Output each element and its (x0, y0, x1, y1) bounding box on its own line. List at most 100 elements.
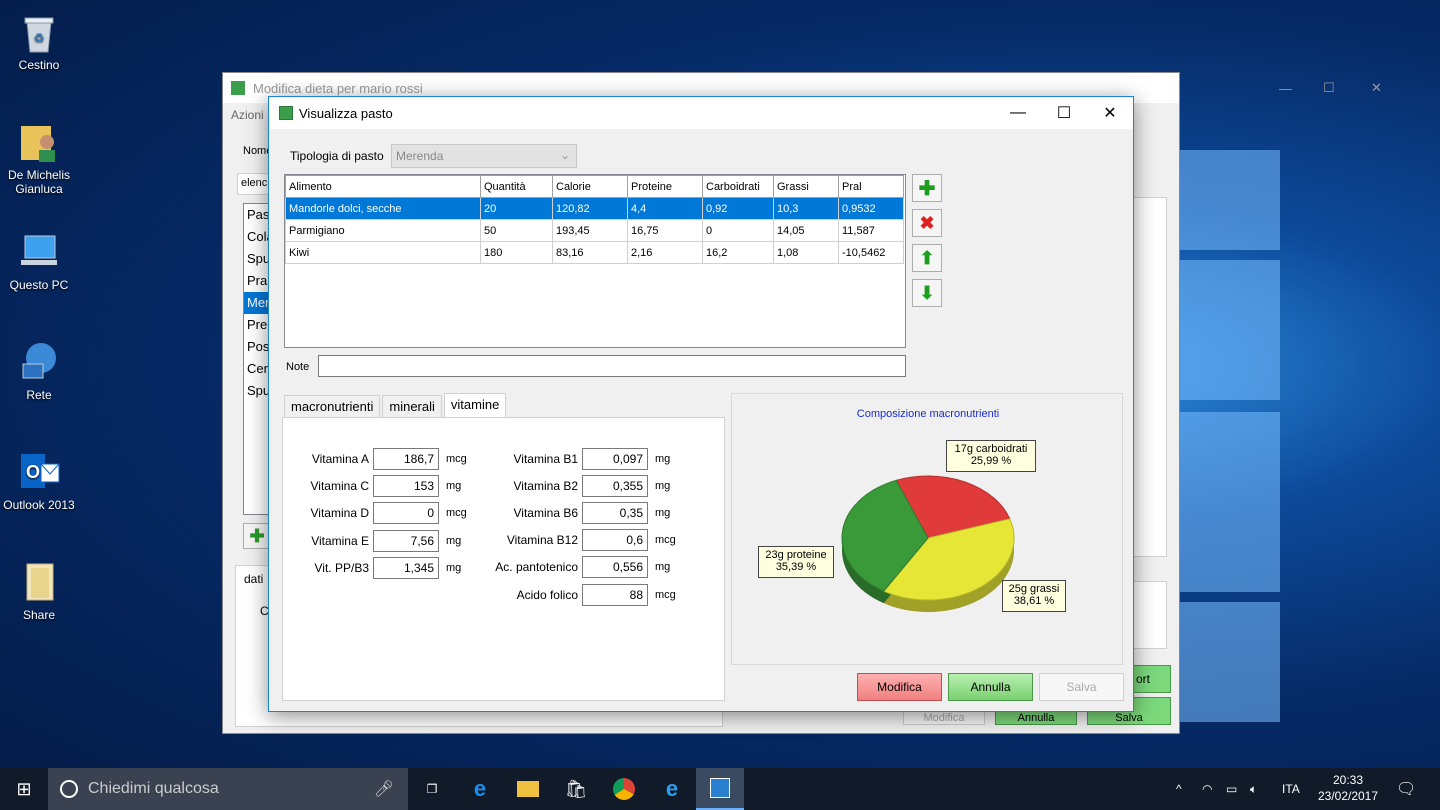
vit-label: Vitamina A (311, 452, 369, 466)
ie-icon: e (665, 776, 679, 801)
close-button[interactable]: ✕ (1087, 97, 1133, 129)
foods-table[interactable]: Alimento Quantità Calorie Proteine Carbo… (284, 174, 906, 348)
diet-app-button[interactable] (696, 768, 744, 810)
desktop-icon-outlook[interactable]: O Outlook 2013 (0, 450, 78, 512)
dati-tab[interactable]: dati (244, 572, 263, 586)
minimize-icon[interactable]: — (1279, 81, 1292, 96)
maximize-icon[interactable]: ☐ (1323, 80, 1335, 96)
slice-percent: 38,61 % (1013, 595, 1055, 607)
desktop-icon-questo-pc[interactable]: Questo PC (0, 230, 78, 292)
start-button[interactable]: ⊞ (0, 768, 48, 810)
desktop-icon-rete[interactable]: Rete (0, 340, 78, 402)
task-view-button[interactable]: ❐ (408, 768, 456, 810)
slice-percent: 25,99 % (970, 455, 1012, 467)
share-folder-icon (17, 560, 61, 604)
clock[interactable]: 20:33 23/02/2017 (1312, 772, 1384, 804)
modifica-button[interactable]: Modifica (857, 673, 942, 701)
vit-b1-field[interactable]: 0,097 (582, 448, 648, 470)
bg-report-button[interactable]: ort (1131, 665, 1171, 693)
delete-x-icon: ✖ (919, 212, 935, 233)
vit-label: Vitamina B1 (513, 452, 578, 466)
desktop-icon-share[interactable]: Share (0, 560, 78, 622)
acido-folico-field[interactable]: 88 (582, 584, 648, 606)
vit-b6-field[interactable]: 0,35 (582, 502, 648, 524)
volume-icon[interactable]: 🔈︎ (1250, 782, 1257, 797)
minimize-icon: — (1010, 104, 1026, 121)
plus-icon: ✚ (918, 177, 936, 200)
cell-quantita: 180 (480, 241, 553, 264)
language-indicator[interactable]: ITA (1282, 782, 1300, 796)
vit-b12-field[interactable]: 0,6 (582, 529, 648, 551)
vit-pp-field[interactable]: 1,345 (373, 557, 439, 579)
annulla-button[interactable]: Annulla (948, 673, 1033, 701)
note-input[interactable] (318, 355, 906, 377)
bg-right-panel-2 (1133, 581, 1167, 649)
vit-unit: mg (655, 507, 671, 519)
search-box[interactable]: Chiedimi qualcosa 🎤︎ (48, 768, 408, 810)
maximize-button[interactable]: ☐ (1041, 97, 1087, 129)
label-grassi: 25g grassi 38,61 % (1002, 580, 1066, 612)
label-carboidrati: 17g carboidrati 25,99 % (946, 440, 1036, 472)
ac-pantotenico-field[interactable]: 0,556 (582, 556, 648, 578)
cell-pral: 0,9532 (838, 197, 904, 220)
explorer-button[interactable] (504, 768, 552, 810)
desktop-icon-cestino[interactable]: ♻ Cestino (0, 10, 78, 72)
desktop-icon-user[interactable]: De Michelis Gianluca (0, 120, 78, 196)
col-alimento[interactable]: Alimento (285, 175, 481, 198)
tab-vitamine[interactable]: vitamine (443, 393, 507, 418)
move-down-button[interactable]: ⬇ (912, 279, 942, 307)
minimize-button[interactable]: — (995, 97, 1041, 129)
cell-carboidrati: 0,92 (702, 197, 774, 220)
store-button[interactable]: 🛍︎ (552, 768, 600, 810)
ie-button[interactable]: e (648, 768, 696, 810)
remove-food-button[interactable]: ✖ (912, 209, 942, 237)
cell-proteine: 4,4 (627, 197, 703, 220)
table-row[interactable]: Kiwi 180 83,16 2,16 16,2 1,08 -10,5462 (285, 241, 904, 264)
edge-button[interactable]: e (456, 768, 504, 810)
col-pral[interactable]: Pral (838, 175, 904, 198)
table-row[interactable]: Parmigiano 50 193,45 16,75 0 14,05 11,58… (285, 219, 904, 242)
desktop-icon-label: Cestino (18, 58, 60, 72)
chevron-up-icon[interactable]: ^ (1176, 782, 1182, 796)
cell-pral: -10,5462 (838, 241, 904, 264)
add-food-button[interactable]: ✚ (912, 174, 942, 202)
wifi-icon[interactable]: ◠ (1202, 782, 1212, 796)
desktop-icon-label: Share (22, 608, 56, 622)
col-grassi[interactable]: Grassi (773, 175, 839, 198)
plus-icon: ✚ (249, 525, 265, 546)
vit-label: Ac. pantotenico (495, 560, 578, 574)
salva-button[interactable]: Salva (1039, 673, 1124, 701)
tipologia-select[interactable]: Merenda ⌄ (391, 144, 577, 168)
vit-unit: mg (655, 561, 671, 573)
move-up-button[interactable]: ⬆ (912, 244, 942, 272)
cell-alimento: Parmigiano (285, 219, 481, 242)
close-icon[interactable]: ✕ (1371, 80, 1382, 96)
col-calorie[interactable]: Calorie (552, 175, 628, 198)
table-row[interactable]: Mandorle dolci, secche 20 120,82 4,4 0,9… (285, 197, 904, 220)
vit-c-field[interactable]: 153 (373, 475, 439, 497)
vit-label: Vitamina D (310, 506, 369, 520)
col-quantita[interactable]: Quantità (480, 175, 553, 198)
battery-icon[interactable]: ▭ (1226, 782, 1237, 796)
cell-quantita: 20 (480, 197, 553, 220)
vit-d-field[interactable]: 0 (373, 502, 439, 524)
microphone-icon[interactable]: 🎤︎ (374, 779, 394, 799)
vit-label: Vitamina E (311, 534, 369, 548)
vit-b2-field[interactable]: 0,355 (582, 475, 648, 497)
network-icon (17, 340, 61, 384)
menu-azioni[interactable]: Azioni (231, 108, 264, 122)
vit-unit: mg (655, 453, 671, 465)
vit-a-field[interactable]: 186,7 (373, 448, 439, 470)
col-carboidrati[interactable]: Carboidrati (702, 175, 774, 198)
vit-e-field[interactable]: 7,56 (373, 530, 439, 552)
notification-icon[interactable]: 🗨︎ (1396, 779, 1416, 799)
app-icon (231, 81, 245, 95)
desktop-icon-label: Outlook 2013 (3, 498, 75, 512)
task-view-icon: ❐ (426, 782, 438, 796)
col-proteine[interactable]: Proteine (627, 175, 703, 198)
recycle-bin-icon: ♻ (17, 10, 61, 54)
add-button[interactable]: ✚ (243, 523, 271, 549)
clock-date: 23/02/2017 (1317, 789, 1379, 803)
chrome-button[interactable] (600, 768, 648, 810)
cell-calorie: 83,16 (552, 241, 628, 264)
